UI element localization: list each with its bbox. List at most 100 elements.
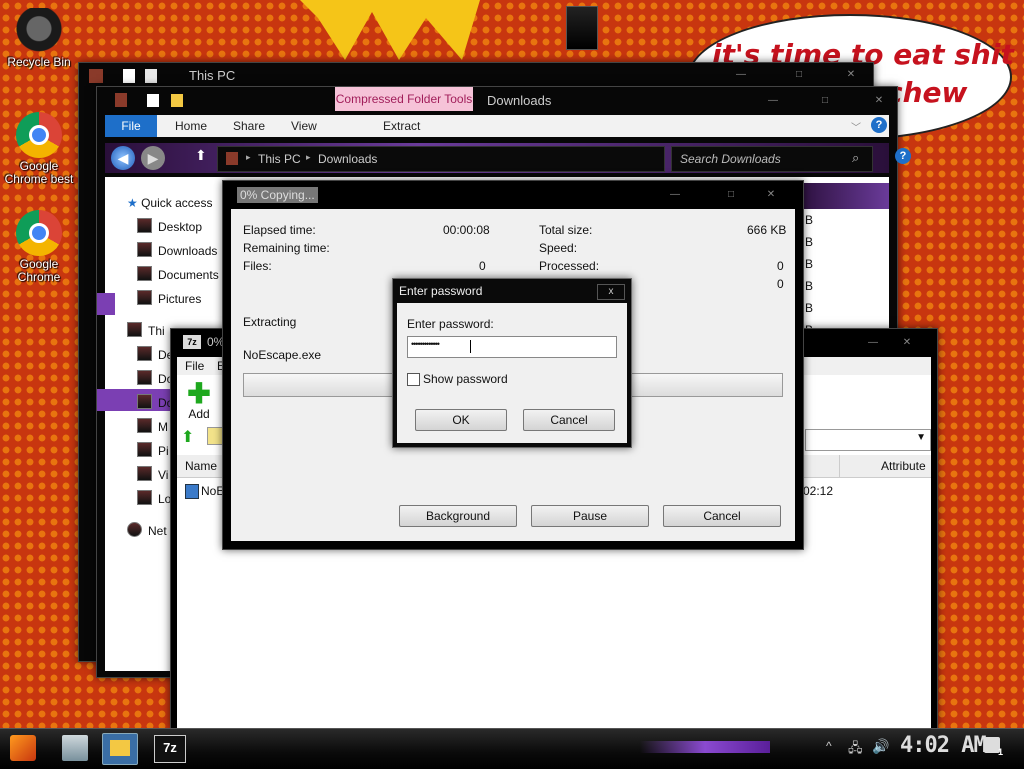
nav-sub-item[interactable]: M <box>137 417 168 437</box>
desktop-icon-label: Google Chrome best <box>4 159 74 186</box>
download-icon <box>137 242 152 257</box>
bubble-text-line2: chew <box>886 76 968 109</box>
show-password-checkbox[interactable] <box>407 373 420 386</box>
desktop-icon-recycle-bin[interactable]: Recycle Bin <box>0 8 78 69</box>
nav-network[interactable]: Net <box>127 521 167 541</box>
documents-icon <box>137 266 152 281</box>
breadcrumb-downloads[interactable]: Downloads <box>318 152 377 166</box>
nav-sub-item[interactable]: Lo <box>137 489 171 509</box>
nav-sub-item[interactable]: Do <box>137 369 173 389</box>
tab-extract[interactable]: Extract <box>383 115 420 137</box>
chevron-down-icon[interactable]: ﹀ <box>851 119 861 134</box>
column-name[interactable]: Name <box>185 459 217 473</box>
sevenzip-taskbar-icon[interactable]: 7z <box>154 735 186 763</box>
dialog-title: 0% Copying... <box>237 187 318 203</box>
nav-sub-item-selected[interactable]: Do <box>137 393 173 413</box>
clock[interactable]: 4:02 AM <box>900 733 987 758</box>
speed-label: Speed: <box>539 241 578 255</box>
window-title: Downloads <box>487 93 552 108</box>
maximize-button[interactable]: □ <box>719 187 743 203</box>
show-password-label: Show password <box>423 372 508 386</box>
background-button[interactable]: Background <box>399 505 517 527</box>
add-button[interactable]: ✚ Add <box>185 380 213 422</box>
nav-quick-access[interactable]: ★ Quick access <box>127 193 212 213</box>
close-button[interactable]: ✕ <box>867 93 891 109</box>
folder-icon <box>137 346 152 361</box>
minimize-button[interactable]: — <box>663 187 687 203</box>
nav-this-pc[interactable]: Thi <box>127 321 165 341</box>
column-header-strip <box>795 183 889 209</box>
dialog-title: Enter password <box>399 284 483 298</box>
tab-file[interactable]: File <box>105 115 157 137</box>
cancel-button[interactable]: Cancel <box>523 409 615 431</box>
back-arrow-icon[interactable]: ◀ <box>111 146 135 170</box>
nav-documents[interactable]: Documents <box>137 265 219 285</box>
this-pc-taskbar-icon[interactable] <box>62 735 88 761</box>
help-icon[interactable]: ? <box>871 117 887 133</box>
sevenzip-icon: 7z <box>183 335 201 349</box>
chevron-right-icon: ▸ <box>246 152 251 162</box>
path-dropdown[interactable]: ▼ <box>805 429 931 451</box>
window-title: This PC <box>189 68 236 83</box>
address-bar-row: ◀ ▶ ⬆ ▸ This PC ▸ Downloads Search Downl… <box>105 143 911 173</box>
wallpaper-figure <box>566 6 598 50</box>
chevron-right-icon: ▸ <box>306 152 311 162</box>
nav-desktop[interactable]: Desktop <box>137 217 202 237</box>
close-button[interactable]: x <box>597 284 625 300</box>
taskbar-decoration <box>640 741 770 753</box>
size-cell: B <box>805 257 814 271</box>
forward-arrow-icon[interactable]: ▶ <box>141 146 165 170</box>
desktop-icon-chrome[interactable]: Google Chrome <box>0 210 78 284</box>
file-explorer-taskbar-icon[interactable] <box>102 733 138 765</box>
tab-share[interactable]: Share <box>233 115 265 137</box>
start-button[interactable] <box>10 735 36 761</box>
maximize-button[interactable]: □ <box>787 67 811 83</box>
enter-password-dialog[interactable]: Enter password x Enter password: •••••••… <box>392 278 632 448</box>
minimize-button[interactable]: — <box>861 335 885 351</box>
password-field[interactable]: ••••••••••••• <box>407 336 617 358</box>
nav-sub-item[interactable]: Pi <box>137 441 169 461</box>
current-filename: NoEscape.exe <box>243 348 322 362</box>
minimize-button[interactable]: — <box>761 93 785 109</box>
pause-button[interactable]: Pause <box>531 505 649 527</box>
column-attributes[interactable]: Attribute <box>881 459 926 473</box>
close-button[interactable]: ✕ <box>895 335 919 351</box>
search-icon[interactable]: ⌕ <box>852 150 859 166</box>
ok-button[interactable]: OK <box>415 409 507 431</box>
folder-icon <box>89 69 103 83</box>
menu-file[interactable]: File <box>185 359 204 373</box>
nav-sub-item[interactable]: Vi <box>137 465 168 485</box>
video-icon <box>137 466 152 481</box>
recycle-bin-icon <box>16 8 62 54</box>
breadcrumb[interactable]: ▸ This PC ▸ Downloads <box>217 146 665 172</box>
nav-downloads[interactable]: Downloads <box>137 241 217 261</box>
cancel-button[interactable]: Cancel <box>663 505 781 527</box>
desktop-icon-label: Recycle Bin <box>7 55 71 69</box>
maximize-button[interactable]: □ <box>813 93 837 109</box>
breadcrumb-this-pc[interactable]: This PC <box>258 152 301 166</box>
chevron-up-icon[interactable]: ^ <box>826 739 832 753</box>
minimize-button[interactable]: — <box>729 67 753 83</box>
up-arrow-icon[interactable]: ⬆ <box>195 147 207 164</box>
search-input[interactable]: Search Downloads <box>680 152 781 166</box>
close-button[interactable]: ✕ <box>839 67 863 83</box>
files-value: 0 <box>479 259 486 273</box>
disk-icon <box>137 490 152 505</box>
compressed-folder-tools-tab[interactable]: Compressed Folder Tools <box>335 87 473 111</box>
total-size-label: Total size: <box>539 223 593 237</box>
network-icon[interactable]: 🖧 <box>848 739 863 761</box>
nav-pictures[interactable]: Pictures <box>137 289 201 309</box>
tab-view[interactable]: View <box>291 115 317 137</box>
help-icon[interactable]: ? <box>895 148 911 164</box>
desktop-icon-label: Google Chrome <box>17 257 61 284</box>
close-button[interactable]: ✕ <box>759 187 783 203</box>
search-box[interactable]: Search Downloads ⌕ <box>671 146 873 172</box>
desktop-icon-chrome-best[interactable]: Google Chrome best <box>0 112 78 186</box>
tab-home[interactable]: Home <box>175 115 207 137</box>
total-size-value: 666 KB <box>747 223 787 237</box>
nav-sub-item[interactable]: De <box>137 345 173 365</box>
processed-label: Processed: <box>539 259 600 273</box>
volume-icon[interactable]: 🔊 <box>872 738 889 755</box>
checklist-icon <box>123 69 135 83</box>
up-folder-icon[interactable]: ⬆ <box>181 427 199 446</box>
